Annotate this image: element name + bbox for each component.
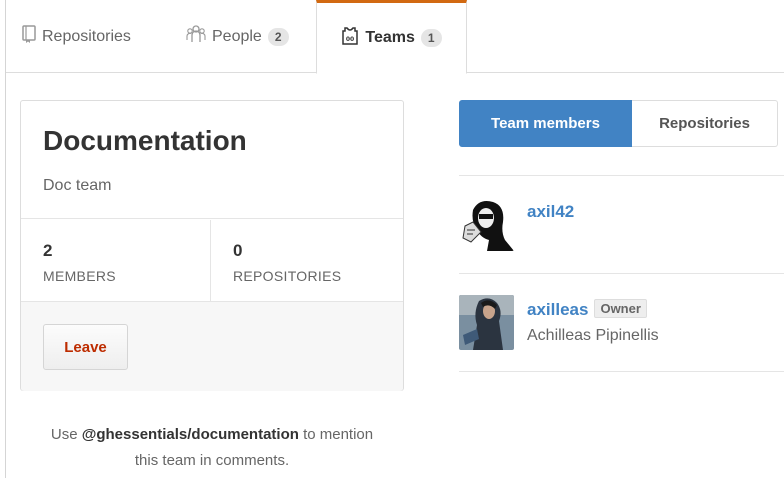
avatar[interactable] xyxy=(459,295,514,350)
people-icon xyxy=(186,25,206,48)
team-actions: Leave xyxy=(21,302,403,391)
repositories-label: REPOSITORIES xyxy=(233,268,342,284)
svg-text:00: 00 xyxy=(346,36,354,43)
mention-line2: this team in comments. xyxy=(134,452,290,469)
mention-prefix: Use xyxy=(50,426,78,443)
team-stats: 2 MEMBERS 0 REPOSITORIES xyxy=(21,220,403,302)
teams-count-badge: 1 xyxy=(420,29,442,47)
team-members-button[interactable]: Team members xyxy=(459,100,632,147)
member-fullname: Achilleas Pipinellis xyxy=(527,327,659,344)
owner-badge: Owner xyxy=(594,299,647,318)
members-stat[interactable]: 2 MEMBERS xyxy=(21,220,211,301)
mention-handle: @ghessentials/documentation xyxy=(81,426,299,443)
avatar[interactable] xyxy=(459,196,514,251)
mention-hint: Use @ghessentials/documentation to menti… xyxy=(20,422,404,474)
member-username-link[interactable]: axilleas xyxy=(527,300,588,319)
leave-button[interactable]: Leave xyxy=(43,324,128,370)
list-item: axilleas Owner Achilleas Pipinellis xyxy=(459,274,784,372)
people-count-badge: 2 xyxy=(267,27,289,46)
tab-label: Repositories xyxy=(42,27,131,45)
tab-label: Teams xyxy=(365,29,415,46)
member-username[interactable]: axil42 xyxy=(527,202,574,222)
members-count: 2 xyxy=(43,241,53,260)
mention-suffix: to mention xyxy=(303,426,374,443)
member-username: axilleas Owner xyxy=(527,299,647,320)
tab-people[interactable]: People 2 xyxy=(186,0,289,73)
view-toggle: Team members Repositories xyxy=(459,100,778,147)
tab-repositories[interactable]: Repositories xyxy=(22,0,131,73)
repositories-count: 0 xyxy=(233,241,243,260)
repo-icon xyxy=(22,25,36,48)
team-card: Documentation Doc team 2 MEMBERS 0 REPOS… xyxy=(20,100,404,391)
members-label: MEMBERS xyxy=(43,268,116,284)
tab-label: People xyxy=(212,27,262,45)
team-name: Documentation xyxy=(43,125,247,156)
team-header: Documentation Doc team xyxy=(21,101,403,219)
org-tabs: Repositories People 2 00 Teams 1 xyxy=(6,0,784,74)
jersey-icon: 00 xyxy=(341,26,359,50)
list-item: axil42 xyxy=(459,176,784,274)
tab-teams[interactable]: 00 Teams 1 xyxy=(316,0,467,74)
repositories-stat[interactable]: 0 REPOSITORIES xyxy=(211,220,403,301)
team-description: Doc team xyxy=(43,177,112,194)
repositories-button[interactable]: Repositories xyxy=(632,100,778,147)
member-list: axil42 axilleas Owner Achilleas Pipinelli… xyxy=(459,175,784,372)
